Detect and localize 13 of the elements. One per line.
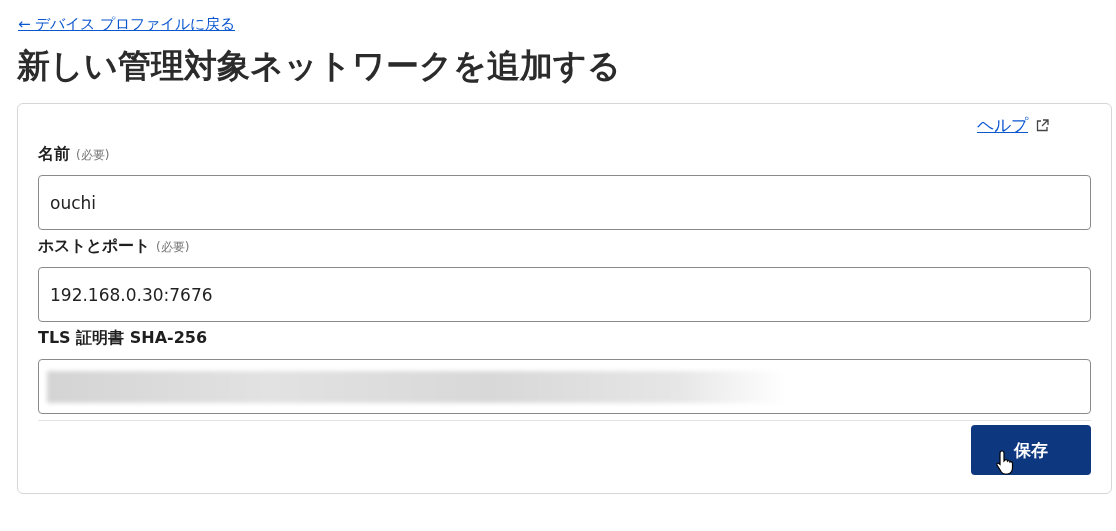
text-field[interactable]: ouchi bbox=[38, 175, 1091, 230]
field-label: ホストとポート bbox=[38, 236, 150, 257]
external-link-icon bbox=[1036, 118, 1049, 132]
field-label: TLS 証明書 SHA-256 bbox=[38, 328, 208, 349]
page-title: 新しい管理対象ネットワークを追加する bbox=[17, 45, 622, 87]
hash-field[interactable] bbox=[38, 359, 1091, 414]
help-link[interactable]: ヘルプ bbox=[977, 113, 1049, 137]
text-field[interactable]: 192.168.0.30:7676 bbox=[38, 267, 1091, 322]
back-link[interactable]: ← デバイス プロファイルに戻る bbox=[18, 15, 236, 34]
save-button[interactable]: 保存 bbox=[971, 425, 1091, 475]
required-note: (必要) bbox=[156, 239, 190, 256]
required-note: (必要) bbox=[76, 147, 110, 164]
field-label: 名前 bbox=[38, 144, 70, 165]
